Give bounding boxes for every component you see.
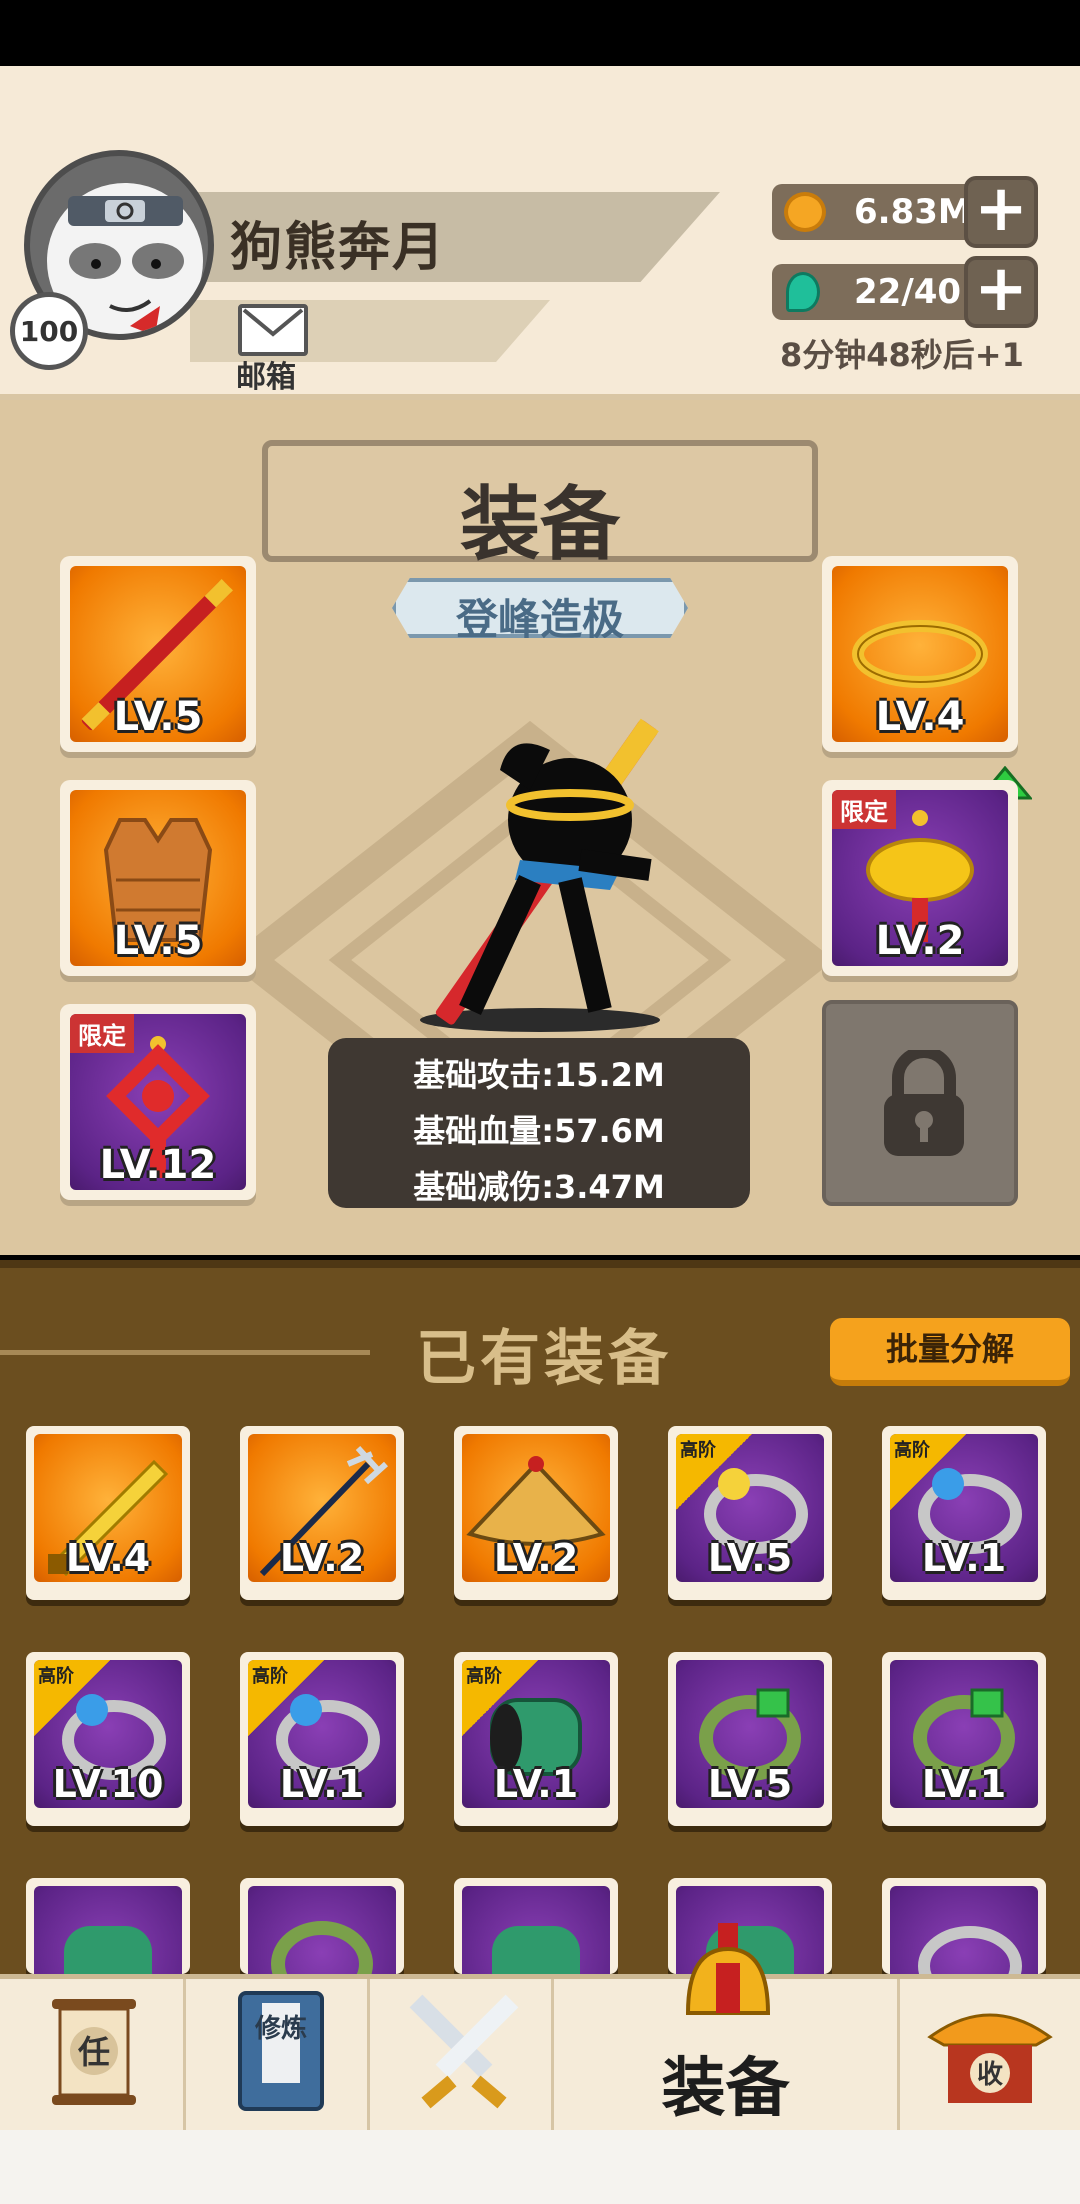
equip-slot-headband[interactable]: LV.4 [822,556,1018,752]
locked-equip-slot[interactable] [822,1000,1018,1206]
svg-text:收: 收 [977,2060,1003,2090]
nav-tab-collect[interactable]: 收 [900,1979,1080,2131]
add-stamina-button[interactable]: + [964,256,1038,328]
high-tier-tag: 高阶 [34,1660,110,1736]
stamina-drop-icon [786,272,820,312]
item-level: LV.2 [279,1536,365,1580]
rank-banner: 登峰造极 [392,578,688,638]
high-tier-tag: 高阶 [462,1660,538,1736]
equipment-title: 装备 [460,478,620,571]
inventory-item[interactable]: LV.2 [240,1426,404,1600]
gold-value: 6.83M [854,192,972,232]
slot-level: LV.2 [875,918,965,964]
slot-level: LV.5 [113,694,203,740]
stamina-timer: 8分钟48秒后+1 [780,336,1024,374]
inventory-item[interactable]: 高阶 LV.5 [668,1426,832,1600]
inventory-divider [0,1350,370,1355]
gold-coin-icon [784,192,826,232]
mail-label: 邮箱 [236,360,296,395]
stamina-value: 22/40 [854,272,962,312]
inventory-item[interactable] [240,1878,404,1974]
pavilion-icon: 收 [927,2013,1053,2103]
jade-armguard-icon [64,1926,152,1974]
stat-attack: 基础攻击:15.2M [413,1056,665,1094]
player-level-badge: 100 [10,292,88,370]
svg-text:任: 任 [78,2033,110,2071]
jade-bracelet-icon [271,1921,373,1974]
item-level: LV.1 [493,1762,579,1806]
player-name: 狗熊奔月 [230,218,447,278]
item-level: LV.4 [65,1536,151,1580]
item-level: LV.2 [493,1536,579,1580]
bulk-dismantle-button[interactable]: 批量分解 [830,1318,1070,1386]
rank-title: 登峰造极 [455,595,624,644]
pearl-ring-icon [918,1926,1022,1974]
stat-health: 基础血量:57.6M [413,1112,665,1150]
high-tier-tag: 高阶 [248,1660,324,1736]
equipment-title-banner: 装备 [262,440,818,571]
inventory-title: 已有装备 [416,1324,672,1394]
inventory-item[interactable]: LV.2 [454,1426,618,1600]
svg-text:修炼: 修炼 [254,2013,307,2044]
item-level: LV.5 [707,1536,793,1580]
item-level: LV.1 [279,1762,365,1806]
equip-slot-weapon[interactable]: LV.5 [60,556,256,752]
inventory-item[interactable]: 高阶 LV.1 [240,1652,404,1826]
item-level: LV.5 [707,1762,793,1806]
inventory-item[interactable]: LV.1 [882,1652,1046,1826]
nav-tab-battle[interactable] [370,1979,554,2131]
nav-tab-cultivate[interactable]: 修炼 [186,1979,370,2131]
envelope-icon [238,304,308,356]
item-level: LV.10 [52,1762,164,1806]
scroll-icon: 任 [52,1999,136,2105]
limited-tag: 限定 [832,790,896,829]
equip-slot-charm[interactable]: 限定 LV.12 [60,1004,256,1200]
slot-level: LV.4 [875,694,965,740]
nav-tab-tasks[interactable]: 任 [0,1979,186,2131]
lock-icon [884,1050,964,1156]
stat-damage-reduction: 基础减伤:3.47M [413,1168,665,1206]
inventory-item[interactable]: 高阶 LV.1 [454,1652,618,1826]
slot-level: LV.12 [99,1142,217,1188]
add-gold-button[interactable]: + [964,176,1038,248]
base-stats-panel: 基础攻击:15.2M 基础血量:57.6M 基础减伤:3.47M [328,1038,750,1208]
item-level: LV.1 [921,1536,1007,1580]
system-navigation-bar [0,2130,1080,2204]
inventory-item[interactable]: LV.4 [26,1426,190,1600]
inventory-item[interactable]: 高阶 LV.1 [882,1426,1046,1600]
nav-tab-equipment[interactable]: 装备 [554,1923,900,2131]
crossed-swords-icon [409,1994,519,2109]
nav-label-equipment: 装备 [661,2052,790,2126]
inventory-item[interactable]: 高阶 LV.10 [26,1652,190,1826]
inventory-item[interactable]: LV.5 [668,1652,832,1826]
hero-character [420,718,660,1032]
status-bar [0,0,1080,66]
equip-slot-pendant[interactable]: 限定 LV.2 [822,780,1018,976]
bottom-navigation: 任 修炼 装备 收 [0,1923,1080,2131]
inventory-item[interactable] [882,1878,1046,1974]
book-icon: 修炼 [238,1991,324,2111]
slot-level: LV.5 [113,918,203,964]
jade-armguard-icon [492,1926,580,1974]
inventory-item[interactable] [454,1878,618,1974]
item-level: LV.1 [921,1762,1007,1806]
high-tier-tag: 高阶 [890,1434,966,1510]
equip-slot-armor[interactable]: LV.5 [60,780,256,976]
inventory-item[interactable] [26,1878,190,1974]
helmet-icon [685,1923,771,2015]
limited-tag: 限定 [70,1014,134,1053]
high-tier-tag: 高阶 [676,1434,752,1510]
mail-button[interactable]: 邮箱 [236,304,312,395]
